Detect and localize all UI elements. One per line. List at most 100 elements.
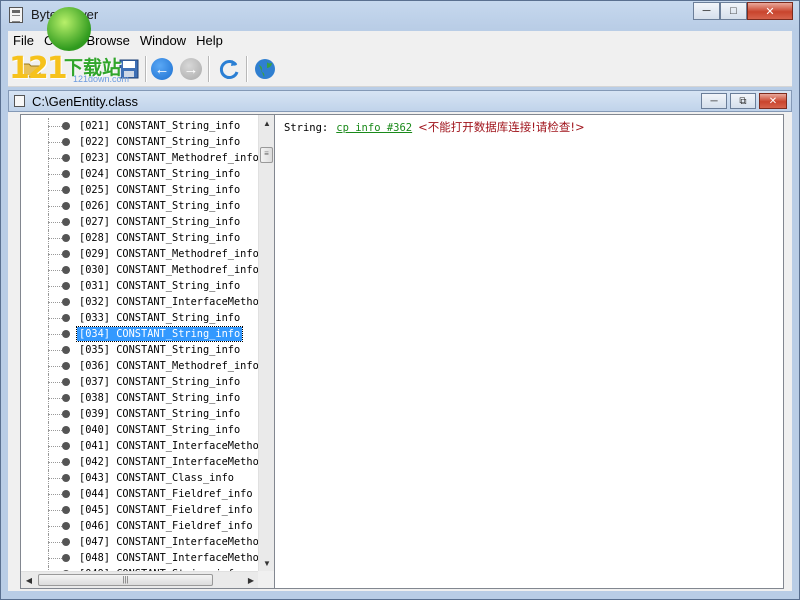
- tree-leaf-bullet-icon: [62, 122, 70, 130]
- cp-info-link[interactable]: cp info #362: [336, 122, 412, 134]
- vertical-scroll-thumb[interactable]: ≡: [260, 147, 273, 163]
- tree-item[interactable]: [027] CONSTANT_String_info: [21, 214, 259, 230]
- tree-item-label: [033] CONSTANT_String_info: [79, 312, 241, 324]
- scroll-right-arrow-icon[interactable]: ▶: [243, 572, 259, 588]
- window-title: Byte viewer: [31, 7, 99, 22]
- constant-pool-tree[interactable]: [021] CONSTANT_String_info [022] CONSTANT…: [21, 115, 259, 571]
- tree-item[interactable]: [021] CONSTANT_String_info: [21, 118, 259, 134]
- tree-item[interactable]: [037] CONSTANT_String_info: [21, 374, 259, 390]
- tree-item[interactable]: [044] CONSTANT_Fieldref_info: [21, 486, 259, 502]
- tree-vertical-scrollbar[interactable]: ▲ ≡ ▼: [258, 115, 275, 571]
- tree-leaf-bullet-icon: [62, 314, 70, 322]
- tree-horizontal-scrollbar[interactable]: ◀ ||| ▶: [21, 571, 259, 588]
- tree-item-label: [048] CONSTANT_InterfaceMetho: [79, 552, 259, 564]
- tree-item[interactable]: [034] CONSTANT_String_info: [21, 326, 259, 342]
- tree-item-label: [036] CONSTANT_Methodref_info: [79, 360, 259, 372]
- tree-item-label: [032] CONSTANT_InterfaceMetho: [79, 296, 259, 308]
- tree-item-label: [035] CONSTANT_String_info: [79, 344, 241, 356]
- horizontal-scroll-thumb[interactable]: |||: [38, 574, 213, 586]
- tree-item[interactable]: [047] CONSTANT_InterfaceMetho: [21, 534, 259, 550]
- menu-window[interactable]: Window: [135, 31, 191, 50]
- tree-item-label: [022] CONSTANT_String_info: [79, 136, 241, 148]
- document-title-bar[interactable]: C:\GenEntity.class ─ ⧉ ✕: [8, 90, 792, 112]
- tree-leaf-bullet-icon: [62, 202, 70, 210]
- forward-arrow-icon[interactable]: →: [178, 56, 204, 82]
- maximize-button[interactable]: □: [720, 2, 747, 20]
- tree-leaf-bullet-icon: [62, 346, 70, 354]
- tree-item[interactable]: [032] CONSTANT_InterfaceMetho: [21, 294, 259, 310]
- tree-item[interactable]: [028] CONSTANT_String_info: [21, 230, 259, 246]
- toolbar: ← →: [8, 50, 792, 87]
- tree-leaf-bullet-icon: [62, 282, 70, 290]
- save-icon[interactable]: [116, 56, 142, 82]
- menu-browse[interactable]: Browse: [81, 31, 134, 50]
- tree-item-label: [037] CONSTANT_String_info: [79, 376, 241, 388]
- doc-close-button[interactable]: ✕: [759, 93, 787, 109]
- tree-item[interactable]: [025] CONSTANT_String_info: [21, 182, 259, 198]
- tree-item-label: [029] CONSTANT_Methodref_info: [79, 248, 259, 260]
- detail-entry: String: cp info #362 <不能打开数据库连接!请检查!>: [284, 119, 585, 135]
- tree-leaf-bullet-icon: [62, 218, 70, 226]
- open-icon[interactable]: [18, 56, 44, 82]
- tree-leaf-bullet-icon: [62, 490, 70, 498]
- close-button[interactable]: ✕: [747, 2, 793, 20]
- minimize-button[interactable]: ─: [693, 2, 720, 20]
- tree-leaf-bullet-icon: [62, 250, 70, 258]
- tree-item[interactable]: [033] CONSTANT_String_info: [21, 310, 259, 326]
- tree-leaf-bullet-icon: [62, 378, 70, 386]
- title-bar[interactable]: Byte viewer ─ □ ✕: [1, 1, 799, 29]
- tree-item[interactable]: [042] CONSTANT_InterfaceMetho: [21, 454, 259, 470]
- tree-item[interactable]: [039] CONSTANT_String_info: [21, 406, 259, 422]
- back-arrow-icon[interactable]: ←: [149, 56, 175, 82]
- tree-item-label: [021] CONSTANT_String_info: [79, 120, 241, 132]
- doc-restore-button[interactable]: ⧉: [730, 93, 756, 109]
- tree-item-label: [039] CONSTANT_String_info: [79, 408, 241, 420]
- tree-item[interactable]: [048] CONSTANT_InterfaceMetho: [21, 550, 259, 566]
- detail-key: String:: [284, 122, 329, 134]
- tree-item[interactable]: [026] CONSTANT_String_info: [21, 198, 259, 214]
- menu-help[interactable]: Help: [191, 31, 228, 50]
- globe-icon[interactable]: [252, 56, 278, 82]
- menu-class[interactable]: Class: [39, 31, 82, 50]
- tree-leaf-bullet-icon: [62, 538, 70, 546]
- document-caption-buttons: ─ ⧉ ✕: [701, 93, 787, 109]
- refresh-icon[interactable]: [216, 56, 242, 82]
- document-icon[interactable]: [14, 95, 25, 107]
- tree-item[interactable]: [036] CONSTANT_Methodref_info: [21, 358, 259, 374]
- tree-item[interactable]: [022] CONSTANT_String_info: [21, 134, 259, 150]
- tree-item[interactable]: [043] CONSTANT_Class_info: [21, 470, 259, 486]
- tree-leaf-bullet-icon: [62, 234, 70, 242]
- menu-file[interactable]: File: [8, 31, 39, 50]
- app-icon[interactable]: [9, 7, 23, 23]
- tree-item[interactable]: [024] CONSTANT_String_info: [21, 166, 259, 182]
- scroll-down-arrow-icon[interactable]: ▼: [259, 555, 275, 571]
- detail-value: <不能打开数据库连接!请检查!>: [418, 120, 585, 134]
- tree-item[interactable]: [040] CONSTANT_String_info: [21, 422, 259, 438]
- tree-leaf-bullet-icon: [62, 474, 70, 482]
- tree-leaf-bullet-icon: [62, 554, 70, 562]
- tree-item[interactable]: [029] CONSTANT_Methodref_info: [21, 246, 259, 262]
- tree-item[interactable]: [041] CONSTANT_InterfaceMetho: [21, 438, 259, 454]
- tree-item-label: [038] CONSTANT_String_info: [79, 392, 241, 404]
- caption-buttons: ─ □ ✕: [693, 2, 793, 21]
- doc-minimize-button[interactable]: ─: [701, 93, 727, 109]
- scroll-up-arrow-icon[interactable]: ▲: [259, 115, 275, 131]
- tree-leaf-bullet-icon: [62, 394, 70, 402]
- tree-item-label: [024] CONSTANT_String_info: [79, 168, 241, 180]
- scroll-left-arrow-icon[interactable]: ◀: [21, 572, 37, 588]
- tree-item[interactable]: [030] CONSTANT_Methodref_info: [21, 262, 259, 278]
- tree-item[interactable]: [038] CONSTANT_String_info: [21, 390, 259, 406]
- tree-item-label: [025] CONSTANT_String_info: [79, 184, 241, 196]
- tree-leaf-bullet-icon: [62, 426, 70, 434]
- tree-item[interactable]: [031] CONSTANT_String_info: [21, 278, 259, 294]
- document-title: C:\GenEntity.class: [32, 94, 138, 109]
- tree-item-label: [047] CONSTANT_InterfaceMetho: [79, 536, 259, 548]
- tree-item[interactable]: [046] CONSTANT_Fieldref_info: [21, 518, 259, 534]
- tree-leaf-bullet-icon: [62, 154, 70, 162]
- tree-item[interactable]: [023] CONSTANT_Methodref_info: [21, 150, 259, 166]
- tree-item-label: [042] CONSTANT_InterfaceMetho: [79, 456, 259, 468]
- tree-leaf-bullet-icon: [62, 170, 70, 178]
- tree-item[interactable]: [035] CONSTANT_String_info: [21, 342, 259, 358]
- tree-leaf-bullet-icon: [62, 186, 70, 194]
- tree-item[interactable]: [045] CONSTANT_Fieldref_info: [21, 502, 259, 518]
